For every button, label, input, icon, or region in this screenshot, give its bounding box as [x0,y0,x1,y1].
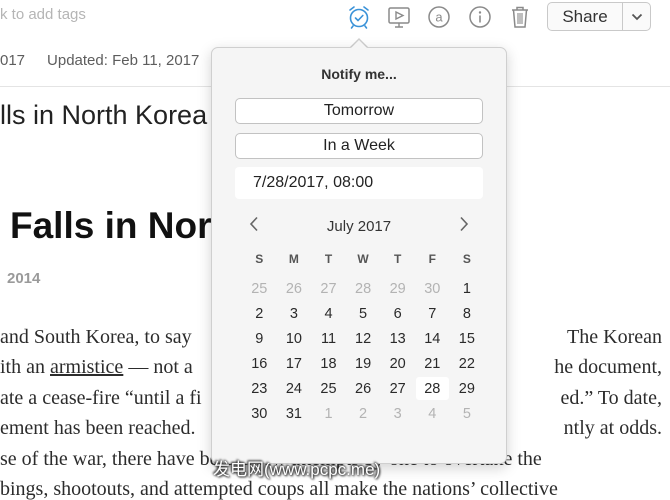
calendar-day[interactable]: 30 [415,276,450,301]
calendar-grid: S M T W T F S 25 26 27 28 29 30 1 2 3 4 5 6 7 8 9 10 11 12 13 14 15… [242,251,484,426]
reminder-button[interactable] [346,4,372,30]
weekday-header: T [394,252,402,266]
body-line-2-left: ith an armistice — not a [0,356,193,378]
body-line-4-right: ntly at odds. [563,417,662,439]
watermark: 发电网(www.pcpc.me) [213,460,381,479]
body-line-2-right: he document, [554,356,662,378]
delete-note-button[interactable] [507,4,533,30]
svg-text:a: a [435,10,443,25]
calendar-day[interactable]: 7 [415,301,450,326]
calendar-day[interactable]: 12 [346,326,381,351]
note-heading: Falls in Nor [10,205,212,246]
body-line-1-left: and South Korea, to say [0,326,192,348]
updated-date: Updated: Feb 11, 2017 [47,52,200,69]
calendar-day[interactable]: 1 [450,276,485,301]
body-line-4-left: ement has been reached. [0,417,196,439]
note-info-button[interactable] [467,4,493,30]
info-icon [469,6,491,28]
calendar-day[interactable]: 25 [242,276,277,301]
calendar-day[interactable]: 4 [311,301,346,326]
calendar-day[interactable]: 27 [380,376,415,401]
in-a-week-button[interactable]: In a Week [235,133,483,159]
tag-input-placeholder[interactable]: k to add tags [0,6,86,23]
reminder-popover: Notify me... Tomorrow In a Week 7/28/201… [211,47,507,464]
calendar-day[interactable]: 24 [277,376,312,401]
share-with-people-button[interactable]: a [426,4,452,30]
calendar-day[interactable]: 6 [380,301,415,326]
calendar-day[interactable]: 16 [242,351,277,376]
calendar-day[interactable]: 21 [415,351,450,376]
calendar-day[interactable]: 25 [311,376,346,401]
tomorrow-button[interactable]: Tomorrow [235,98,483,124]
calendar-day[interactable]: 14 [415,326,450,351]
body-line-3-right: ed.” To date, [560,387,662,409]
calendar-day[interactable]: 30 [242,401,277,426]
weekday-header: W [357,252,369,266]
presentation-icon [388,7,410,28]
alarm-clock-icon [349,6,369,29]
popover-arrow-fill [350,40,368,49]
calendar-day[interactable]: 1 [311,401,346,426]
calendar-day[interactable]: 2 [346,401,381,426]
created-date: 017 [0,52,26,69]
calendar-day[interactable]: 28 [346,276,381,301]
calendar-day[interactable]: 31 [277,401,312,426]
calendar-day[interactable]: 9 [242,326,277,351]
body-line-1-right: The Korean [567,326,662,348]
calendar-day[interactable]: 22 [450,351,485,376]
body-line-6: bings, shootouts, and attempted coups al… [0,478,558,500]
calendar-day[interactable]: 4 [415,401,450,426]
calendar-day[interactable]: 27 [311,276,346,301]
calendar-day[interactable]: 13 [380,326,415,351]
present-button[interactable] [386,4,412,30]
chevron-right-icon [460,216,469,232]
calendar-day[interactable]: 15 [450,326,485,351]
note-year: 2014 [7,270,41,287]
calendar-day[interactable]: 26 [346,376,381,401]
weekday-header: M [288,252,299,266]
note-title[interactable]: lls in North Korea [0,100,207,131]
next-month-button[interactable] [454,213,474,235]
weekday-header: S [255,252,264,266]
body-line-2-tail: — not a [123,356,193,378]
weekday-header: S [462,252,471,266]
share-button[interactable]: Share [548,3,622,30]
popover-title: Notify me... [321,66,397,82]
calendar-day[interactable]: 8 [450,301,485,326]
calendar-day[interactable]: 17 [277,351,312,376]
trash-icon [512,6,528,28]
calendar-day[interactable]: 18 [311,351,346,376]
calendar-day[interactable]: 29 [380,276,415,301]
calendar-day[interactable]: 20 [380,351,415,376]
calendar-day[interactable]: 3 [277,301,312,326]
calendar-day[interactable]: 2 [242,301,277,326]
calendar-day[interactable]: 11 [311,326,346,351]
calendar-day[interactable]: 3 [380,401,415,426]
calendar-day[interactable]: 5 [450,401,485,426]
calendar-day[interactable]: 29 [450,376,485,401]
calendar-day[interactable]: 19 [346,351,381,376]
body-line-2-start: ith an [0,356,45,378]
chevron-down-icon [631,13,642,20]
calendar-day[interactable]: 10 [277,326,312,351]
calendar-day-selected[interactable]: 28 [415,377,449,400]
note-meta: 017 Updated: Feb 11, 2017 [0,52,199,69]
reminder-date-field[interactable]: 7/28/2017, 08:00 [235,167,483,199]
at-sign-icon: a [428,6,450,28]
armistice-link[interactable]: armistice [50,356,123,378]
share-button-group: Share [547,2,651,31]
weekday-header: T [324,252,333,266]
weekday-header: F [428,252,436,266]
calendar-day[interactable]: 5 [346,301,381,326]
calendar-day[interactable]: 26 [277,276,312,301]
share-options-button[interactable] [622,3,650,30]
calendar-day[interactable]: 23 [242,376,277,401]
body-line-3-left: ate a cease-fire “until a fi [0,387,202,409]
